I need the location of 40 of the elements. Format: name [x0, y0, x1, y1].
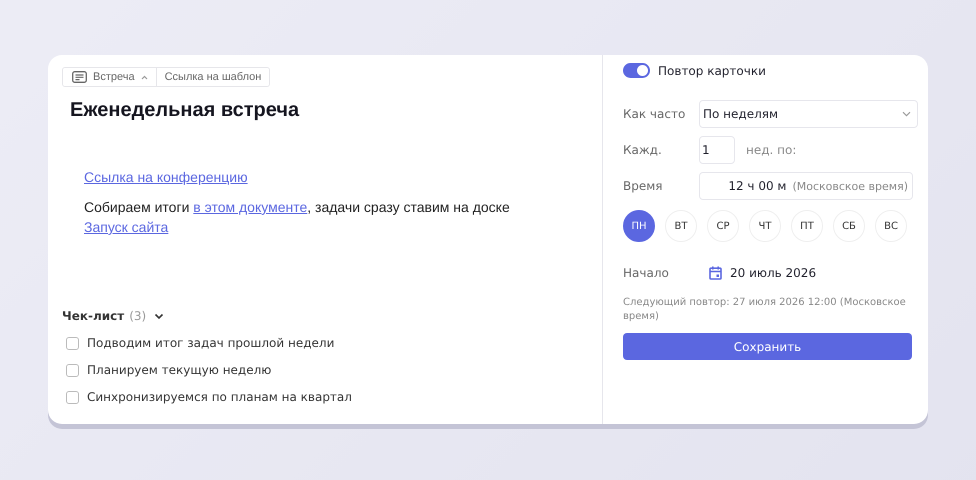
- calendar-icon: [709, 266, 722, 280]
- description-text: Собираем итоги в этом документе, задачи сразу ставим на доске Запуск сайта: [84, 198, 511, 237]
- template-link-button[interactable]: Ссылка на шаблон: [156, 67, 270, 87]
- card-icon: [72, 71, 87, 83]
- checklist-count: (3): [129, 309, 146, 323]
- frequency-dropdown[interactable]: По неделям: [699, 100, 918, 128]
- chevron-icon: [902, 111, 911, 117]
- weekday-button[interactable]: ЧТ: [749, 210, 781, 242]
- start-date-picker[interactable]: 20 июль 2026: [709, 266, 816, 280]
- weekday-button[interactable]: СБ: [833, 210, 865, 242]
- toggle-switch[interactable]: [623, 63, 650, 78]
- card-type-button[interactable]: Встреча: [62, 67, 157, 87]
- caret-icon: [140, 74, 148, 80]
- time-field[interactable]: 12 ч 00 м (Московское время): [699, 172, 913, 200]
- save-button[interactable]: Сохранить: [623, 333, 912, 360]
- checklist-item-label: Синхронизируемся по планам на квартал: [87, 390, 352, 404]
- field-label: Начало: [623, 266, 670, 280]
- next-repeat-text: Следующий повтор: 27 июля 2026 12:00 (Московское время): [623, 296, 907, 324]
- document-link[interactable]: Запуск сайта: [84, 219, 168, 235]
- checkbox[interactable]: [66, 364, 79, 376]
- checklist-item-label: Планируем текущую неделю: [87, 363, 272, 377]
- card-title: Еженедельная встреча: [70, 99, 300, 122]
- chevron-icon[interactable]: [154, 312, 164, 320]
- weekday-button[interactable]: ВС: [875, 210, 907, 242]
- checkbox[interactable]: [66, 336, 79, 350]
- weekday-button[interactable]: СР: [707, 210, 739, 242]
- toggle-label: Повтор карточки: [658, 64, 766, 78]
- checklist-item-label: Подводим итог задач прошлой недели: [87, 336, 334, 350]
- interval-unit-label: нед. по:: [746, 143, 796, 157]
- document-link[interactable]: в этом документе: [193, 199, 308, 215]
- field-label: Как часто: [623, 107, 686, 121]
- checklist-title: Чек-лист: [62, 309, 124, 323]
- checkbox[interactable]: [66, 390, 79, 404]
- weekday-button[interactable]: ПН: [623, 210, 655, 242]
- field-label: Время: [623, 179, 664, 193]
- field-label: Кажд.: [623, 143, 663, 157]
- weekday-button[interactable]: ПТ: [791, 210, 823, 242]
- conference-link[interactable]: Ссылка на конференцию: [84, 169, 248, 185]
- weekday-button[interactable]: ВТ: [665, 210, 697, 242]
- interval-field[interactable]: 1: [699, 136, 735, 164]
